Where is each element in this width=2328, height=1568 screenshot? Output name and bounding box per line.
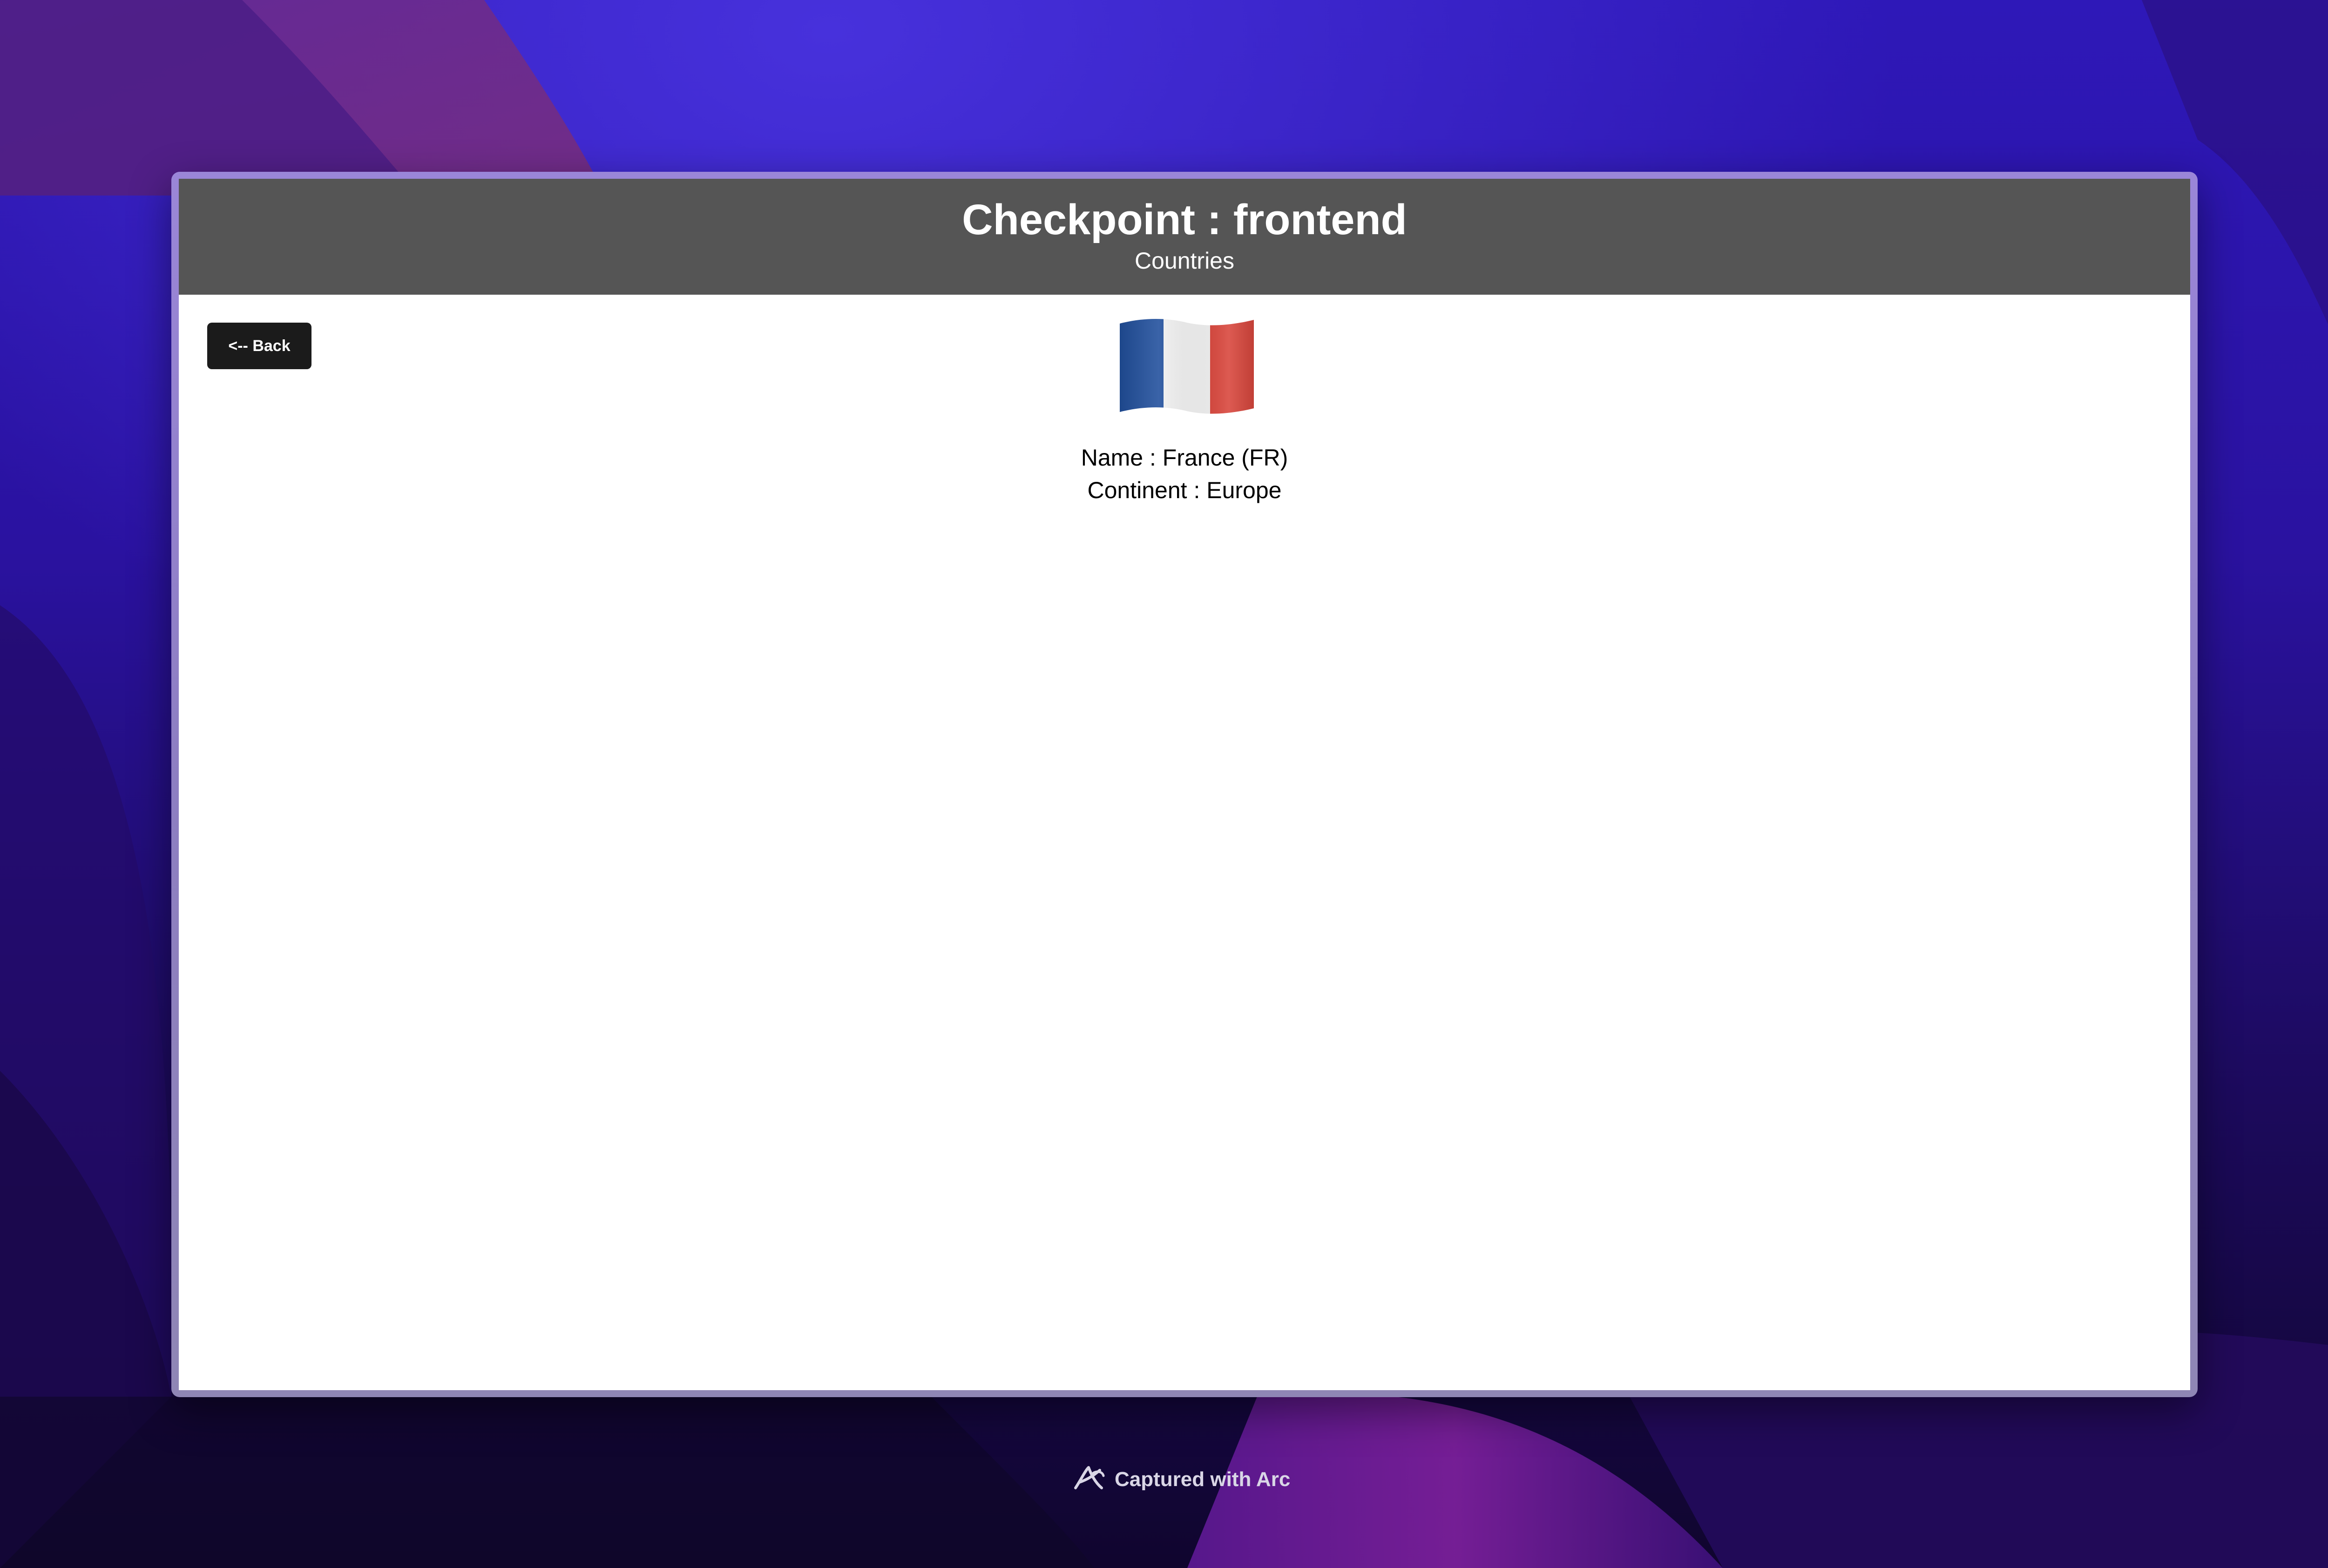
page-title: Checkpoint : frontend bbox=[962, 196, 1407, 243]
browser-window: Checkpoint : frontend Countries <-- Back… bbox=[179, 179, 2190, 1390]
france-flag-icon bbox=[1120, 319, 1254, 414]
country-name: Name : France (FR) bbox=[1081, 445, 1288, 471]
back-button[interactable]: <-- Back bbox=[207, 323, 311, 369]
country-continent: Continent : Europe bbox=[1087, 477, 1282, 503]
arc-logo-icon bbox=[1074, 1466, 1105, 1489]
capture-badge: Captured with Arc bbox=[1071, 1461, 1290, 1498]
capture-label: Captured with Arc bbox=[1115, 1468, 1291, 1491]
page-subtitle: Countries bbox=[1135, 248, 1234, 274]
app-header: Checkpoint : frontend Countries bbox=[179, 179, 2190, 295]
